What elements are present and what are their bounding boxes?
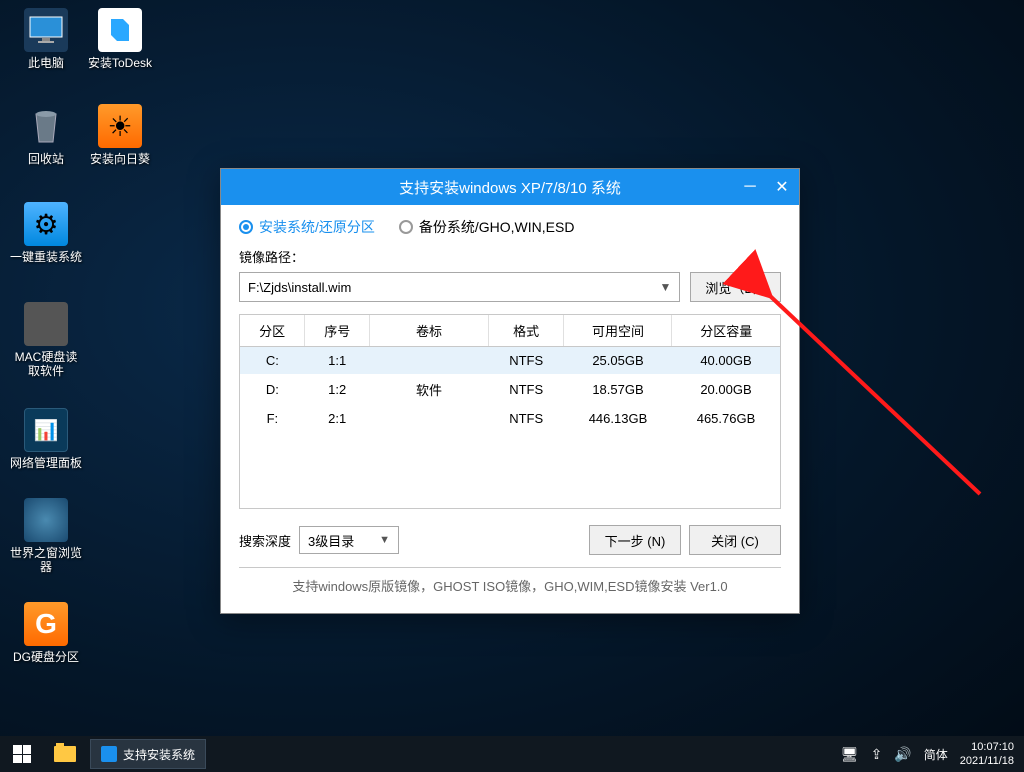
taskbar-clock[interactable]: 10:07:10 2021/11/18 [960,740,1014,768]
next-button[interactable]: 下一步 (N) [589,525,681,555]
cell-format: NTFS [488,405,564,432]
desktop-icon-mac-disk[interactable]: MAC硬盘读取软件 [10,302,82,378]
cell-total: 20.00GB [672,374,780,405]
desktop-icon-network-panel[interactable]: 📊 网络管理面板 [10,408,82,470]
apple-icon [24,302,68,346]
search-depth-dropdown[interactable]: 3级目录 ▼ [299,526,399,554]
cell-partition: D: [240,374,305,405]
radio-backup[interactable]: 备份系统/GHO,WIN,ESD [399,217,575,237]
installer-window: 支持安装windows XP/7/8/10 系统 ─ ✕ 安装系统/还原分区 备… [220,168,800,614]
monitor-icon [24,8,68,52]
desktop-icon-this-pc[interactable]: 此电脑 [10,8,82,70]
radio-install-restore[interactable]: 安装系统/还原分区 [239,217,375,237]
table-row[interactable]: C: 1:1 NTFS 25.05GB 40.00GB [240,347,780,374]
ime-indicator[interactable]: 简体 [924,746,948,763]
taskbar: 支持安装系统 🖥 ⇪ 🔊 简体 10:07:10 2021/11/18 [0,736,1024,772]
gear-icon [101,746,117,762]
radio-icon [399,220,413,234]
radio-icon [239,220,253,234]
network-icon[interactable]: 🖥 [841,746,859,763]
search-depth-label: 搜索深度 [239,531,291,550]
cell-free: 18.57GB [564,374,672,405]
desktop-icon-world-browser[interactable]: 世界之窗浏览器 [10,498,82,574]
cell-index: 1:2 [305,374,370,405]
cell-format: NTFS [488,374,564,405]
usb-icon[interactable]: ⇪ [871,746,883,763]
col-format: 格式 [488,315,564,346]
desktop-icon-recycle-bin[interactable]: 回收站 [10,104,82,166]
cell-volume [370,405,489,432]
minimize-button[interactable]: ─ [741,178,759,196]
desktop-icon-label: MAC硬盘读取软件 [10,350,82,378]
gear-icon: ⚙ [24,202,68,246]
close-button[interactable]: ✕ [773,177,791,197]
taskbar-task-installer[interactable]: 支持安装系统 [90,739,206,769]
desktop-icon-label: 此电脑 [10,56,82,70]
col-partition: 分区 [240,315,305,346]
recycle-bin-icon [24,104,68,148]
start-button[interactable] [0,736,44,772]
cell-partition: C: [240,347,305,374]
network-panel-icon: 📊 [24,408,68,452]
desktop-icon-todesk[interactable]: 安装ToDesk [84,8,156,70]
partition-table-header: 分区 序号 卷标 格式 可用空间 分区容量 [239,314,781,347]
cell-free: 25.05GB [564,347,672,374]
cell-index: 1:1 [305,347,370,374]
desktop-icon-label: 一键重装系统 [10,250,82,264]
system-tray: 🖥 ⇪ 🔊 简体 10:07:10 2021/11/18 [841,740,1024,768]
cell-index: 2:1 [305,405,370,432]
clock-time: 10:07:10 [960,740,1014,754]
radio-label: 安装系统/还原分区 [259,217,375,237]
clock-date: 2021/11/18 [960,754,1014,768]
desktop-icon-dg-partition[interactable]: G DG硬盘分区 [10,602,82,664]
chevron-down-icon: ▼ [379,534,390,546]
close-button-footer[interactable]: 关闭 (C) [689,525,781,555]
image-path-dropdown[interactable]: F:\Zjds\install.wim ▼ [239,272,680,302]
desktop-icon-label: 回收站 [10,152,82,166]
todesk-icon [98,8,142,52]
desktop-icon-label: 安装ToDesk [84,56,156,70]
desktop-icon-label: 安装向日葵 [84,152,156,166]
browse-button[interactable]: 浏览（B） [690,272,781,302]
sunflower-icon: ☀ [98,104,142,148]
cell-total: 465.76GB [672,405,780,432]
windows-icon [13,745,31,763]
search-depth-value: 3级目录 [308,531,354,550]
cell-total: 40.00GB [672,347,780,374]
desktop-icon-sunflower[interactable]: ☀ 安装向日葵 [84,104,156,166]
cell-volume: 软件 [370,374,489,405]
taskbar-file-explorer[interactable] [44,736,86,772]
col-volume: 卷标 [370,315,489,346]
table-row[interactable]: F: 2:1 NTFS 446.13GB 465.76GB [240,405,780,432]
volume-icon[interactable]: 🔊 [894,746,911,763]
image-path-label: 镜像路径： [239,247,781,266]
taskbar-task-label: 支持安装系统 [123,746,195,763]
folder-icon [54,746,76,762]
partition-table-body: C: 1:1 NTFS 25.05GB 40.00GB D: 1:2 软件 NT… [239,347,781,509]
footer-text: 支持windows原版镜像，GHOST ISO镜像，GHO,WIM,ESD镜像安… [239,567,781,603]
chevron-down-icon: ▼ [659,280,671,294]
desktop-icon-label: 网络管理面板 [10,456,82,470]
cell-volume [370,347,489,374]
globe-icon [24,498,68,542]
titlebar[interactable]: 支持安装windows XP/7/8/10 系统 ─ ✕ [221,169,799,205]
desktop-icon-reinstall[interactable]: ⚙ 一键重装系统 [10,202,82,264]
radio-label: 备份系统/GHO,WIN,ESD [419,217,575,237]
desktop-icon-label: DG硬盘分区 [10,650,82,664]
col-index: 序号 [305,315,370,346]
table-row[interactable]: D: 1:2 软件 NTFS 18.57GB 20.00GB [240,374,780,405]
cell-free: 446.13GB [564,405,672,432]
window-title: 支持安装windows XP/7/8/10 系统 [399,177,621,198]
cell-format: NTFS [488,347,564,374]
image-path-value: F:\Zjds\install.wim [248,280,351,295]
dg-icon: G [24,602,68,646]
desktop-icon-label: 世界之窗浏览器 [10,546,82,574]
cell-partition: F: [240,405,305,432]
col-total: 分区容量 [672,315,780,346]
desktop: 此电脑 安装ToDesk 回收站 ☀ 安装向日葵 ⚙ 一键重装系统 MAC硬盘读… [0,0,1024,772]
col-free: 可用空间 [564,315,672,346]
